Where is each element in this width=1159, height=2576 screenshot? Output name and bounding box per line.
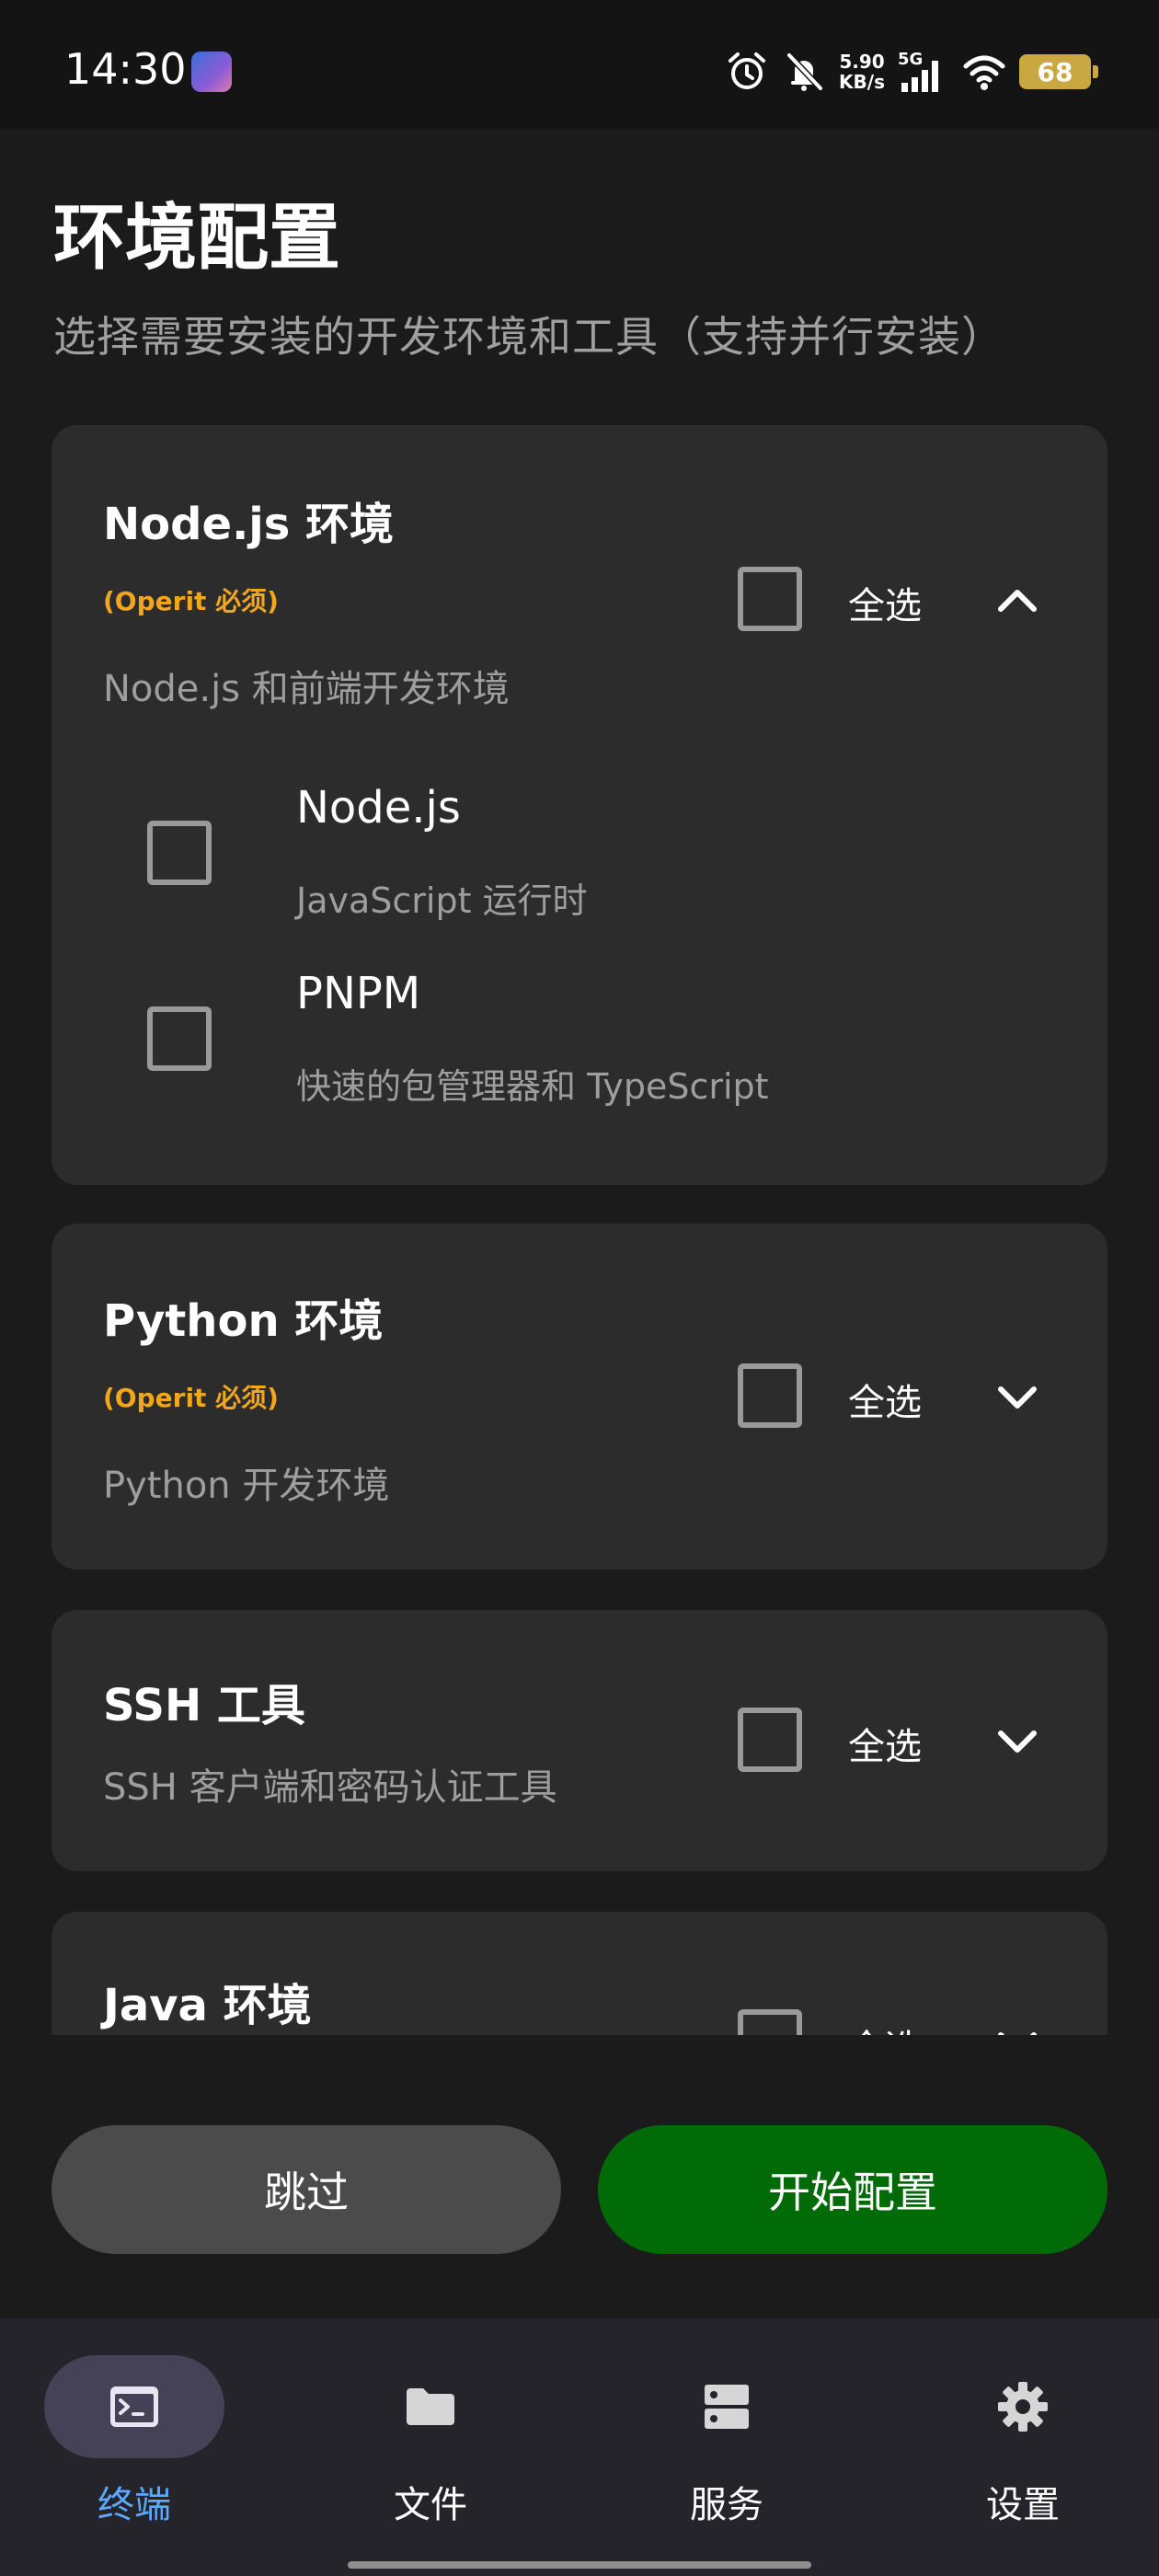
- nav-label: 设置: [986, 2484, 1060, 2526]
- item-description: 快速的包管理器和 TypeScript: [296, 1066, 769, 1107]
- status-bar: 14:30 5.90 KB/s 5G 68: [0, 0, 1159, 129]
- bottom-navigation: 终端 文件 服务 设置: [0, 2318, 1159, 2576]
- terminal-icon: [110, 2386, 158, 2427]
- card-title: SSH 工具: [103, 1680, 305, 1731]
- net-speed: 5.90 KB/s: [839, 52, 885, 92]
- card-title: Python 环境: [103, 1295, 384, 1347]
- card-ssh: SSH 工具 SSH 客户端和密码认证工具 全选: [52, 1610, 1107, 1871]
- battery-icon: 68: [1019, 54, 1098, 89]
- card-nodejs: Node.js 环境 (Operit 必须) Node.js 和前端开发环境 全…: [52, 425, 1107, 1185]
- home-indicator[interactable]: [348, 2561, 811, 2569]
- status-icons: 5.90 KB/s 5G 68: [725, 46, 1098, 98]
- select-all-label[interactable]: 全选: [848, 576, 922, 629]
- server-icon: [705, 2385, 749, 2429]
- select-all-label[interactable]: 全选: [848, 2018, 922, 2035]
- item-checkbox-nodejs[interactable]: [147, 821, 212, 885]
- folder-icon: [407, 2388, 454, 2425]
- signal-icon: 5G: [898, 50, 949, 94]
- nav-item-services[interactable]: 服务: [637, 2355, 839, 2539]
- start-config-button[interactable]: 开始配置: [598, 2125, 1107, 2254]
- card-description: Python 开发环境: [103, 1465, 390, 1507]
- item-description: JavaScript 运行时: [296, 880, 588, 921]
- required-badge: (Operit 必须): [103, 586, 279, 616]
- item-title: Node.js: [296, 782, 461, 834]
- nav-item-terminal[interactable]: 终端: [44, 2355, 247, 2539]
- card-python: Python 环境 (Operit 必须) Python 开发环境 全选: [52, 1224, 1107, 1570]
- page-subtitle: 选择需要安装的开发环境和工具（支持并行安装）: [53, 312, 1004, 362]
- environment-list[interactable]: Node.js 环境 (Operit 必须) Node.js 和前端开发环境 全…: [0, 425, 1159, 2035]
- chevron-up-icon[interactable]: [990, 572, 1045, 627]
- skip-button[interactable]: 跳过: [52, 2125, 561, 2254]
- chevron-down-icon[interactable]: [990, 1369, 1045, 1424]
- chevron-down-icon[interactable]: [990, 1713, 1045, 1768]
- alarm-icon: [729, 52, 766, 89]
- select-all-label[interactable]: 全选: [848, 1717, 922, 1770]
- mute-icon: [786, 52, 823, 91]
- select-all-label[interactable]: 全选: [848, 1373, 922, 1426]
- card-description: Node.js 和前端开发环境: [103, 668, 510, 710]
- select-all-checkbox[interactable]: [738, 567, 802, 631]
- gear-icon: [998, 2382, 1048, 2432]
- select-all-checkbox[interactable]: [738, 1708, 802, 1772]
- nav-label: 终端: [98, 2484, 171, 2526]
- nav-label: 服务: [690, 2484, 763, 2526]
- app-avatar-icon: [191, 52, 232, 92]
- select-all-checkbox[interactable]: [738, 2009, 802, 2035]
- net-speed-unit: KB/s: [839, 71, 885, 93]
- battery-level: 68: [1037, 56, 1073, 87]
- card-title: Java 环境: [103, 1980, 312, 2031]
- chevron-down-icon[interactable]: [990, 2015, 1045, 2035]
- net-speed-value: 5.90: [839, 51, 885, 73]
- nav-item-files[interactable]: 文件: [340, 2355, 543, 2539]
- card-title: Node.js 环境: [103, 499, 395, 550]
- card-java: Java 环境 全选: [52, 1912, 1107, 2035]
- item-checkbox-pnpm[interactable]: [147, 1006, 212, 1071]
- status-time: 14:30: [64, 44, 187, 94]
- nav-item-settings[interactable]: 设置: [933, 2355, 1135, 2539]
- wifi-icon: [963, 55, 1005, 90]
- select-all-checkbox[interactable]: [738, 1363, 802, 1428]
- item-title: PNPM: [296, 968, 421, 1019]
- card-description: SSH 客户端和密码认证工具: [103, 1766, 557, 1809]
- page-title: 环境配置: [53, 197, 341, 280]
- required-badge: (Operit 必须): [103, 1383, 279, 1413]
- nav-label: 文件: [394, 2484, 467, 2526]
